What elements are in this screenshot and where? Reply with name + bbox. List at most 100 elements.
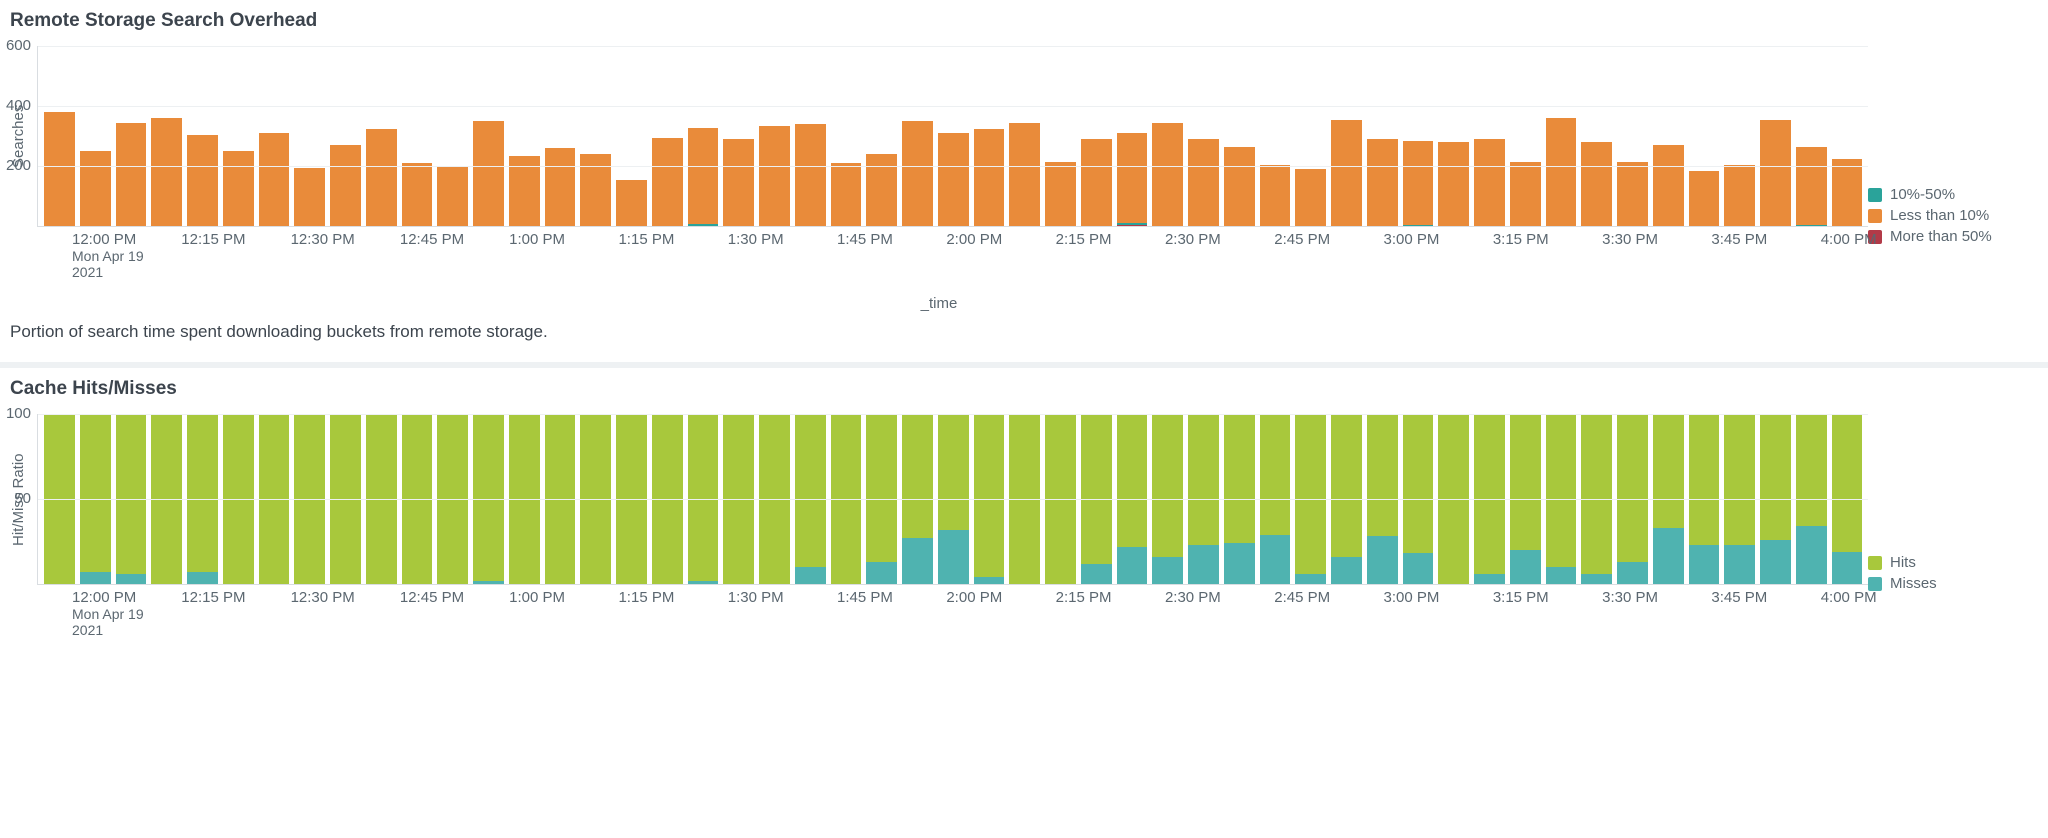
bar[interactable] (437, 166, 468, 226)
bar[interactable] (545, 148, 576, 226)
bar[interactable] (974, 129, 1005, 227)
bar-segment (473, 121, 504, 226)
bar[interactable] (866, 154, 897, 226)
bar-segment (80, 572, 111, 584)
x-tick: 1:30 PM (728, 589, 784, 606)
bar[interactable] (80, 151, 111, 226)
bar[interactable] (902, 121, 933, 226)
bar-segment (1796, 147, 1827, 225)
bar[interactable] (473, 121, 504, 226)
bar[interactable] (1653, 145, 1684, 226)
bar[interactable] (1331, 120, 1362, 227)
bar[interactable] (1045, 162, 1076, 227)
bar[interactable] (1510, 162, 1541, 227)
x-tick: 2:15 PM (1056, 231, 1112, 248)
bar-segment (1724, 545, 1755, 584)
bar-segment (1260, 535, 1291, 584)
bar-segment (1796, 414, 1827, 526)
bar[interactable] (1689, 171, 1720, 227)
bar[interactable] (688, 128, 719, 226)
x-tick: 4:00 PM (1821, 231, 1877, 248)
bar[interactable] (1724, 165, 1755, 227)
y-tick: 200 (6, 157, 31, 174)
bar-segment (1331, 557, 1362, 584)
x-tick: 3:15 PM (1493, 589, 1549, 606)
bar[interactable] (723, 139, 754, 226)
legend-item[interactable]: Less than 10% (1868, 207, 2038, 224)
bar-segment (1152, 123, 1183, 227)
bar-segment (1081, 139, 1112, 226)
bar[interactable] (1260, 165, 1291, 227)
bar[interactable] (652, 138, 683, 227)
bar[interactable] (1295, 169, 1326, 226)
bar-segment (866, 414, 897, 562)
bar[interactable] (938, 133, 969, 226)
bar[interactable] (759, 126, 790, 227)
bar[interactable] (116, 123, 147, 227)
bar-segment (1117, 547, 1148, 584)
bar[interactable] (1152, 123, 1183, 227)
bar[interactable] (330, 145, 361, 226)
bar-segment (1117, 133, 1148, 223)
bar-segment (1832, 552, 1863, 584)
bar[interactable] (1403, 141, 1434, 227)
y-tick: 400 (6, 97, 31, 114)
bar[interactable] (795, 124, 826, 226)
bar-segment (1581, 414, 1612, 574)
bar[interactable] (259, 133, 290, 226)
bar[interactable] (1474, 139, 1505, 226)
bar-segment (80, 414, 111, 572)
bar[interactable] (580, 154, 611, 226)
bar[interactable] (187, 135, 218, 227)
bar[interactable] (223, 151, 254, 226)
bar[interactable] (402, 163, 433, 226)
chart-legend: Hits Misses (1868, 414, 2038, 596)
bar[interactable] (1438, 142, 1469, 226)
bar-segment (1081, 414, 1112, 564)
chart-legend: 10%-50% Less than 10% More than 50% (1868, 46, 2038, 249)
bar[interactable] (1367, 139, 1398, 226)
bar[interactable] (1081, 139, 1112, 226)
bar-segment (616, 180, 647, 227)
legend-item[interactable]: Hits (1868, 554, 2038, 571)
bar[interactable] (44, 112, 75, 226)
bar-segment (974, 577, 1005, 584)
bar-segment (473, 414, 504, 581)
bar-segment (688, 224, 719, 226)
bar[interactable] (1832, 159, 1863, 227)
legend-item[interactable]: Misses (1868, 575, 2038, 592)
bar[interactable] (616, 180, 647, 227)
legend-swatch (1868, 556, 1882, 570)
legend-item[interactable]: More than 50% (1868, 228, 2038, 245)
bar-segment (902, 414, 933, 538)
bar-segment (1689, 171, 1720, 227)
bar[interactable] (1117, 133, 1148, 226)
legend-label: Less than 10% (1890, 207, 1989, 224)
bar-segment (938, 530, 969, 584)
bar[interactable] (1796, 147, 1827, 227)
bar[interactable] (1009, 123, 1040, 227)
bar-segment (1403, 553, 1434, 584)
bar-segment (974, 129, 1005, 227)
bar-segment (1403, 225, 1434, 227)
bar[interactable] (831, 163, 862, 226)
bar[interactable] (1546, 118, 1577, 226)
bar-segment (795, 567, 826, 584)
bar[interactable] (151, 118, 182, 226)
bar[interactable] (294, 168, 325, 227)
bar-segment (1260, 165, 1291, 227)
bar[interactable] (1760, 120, 1791, 227)
y-axis-ticks: 600400200 (27, 46, 37, 226)
panel-title: Cache Hits/Misses (10, 378, 2038, 400)
x-tick: 1:45 PM (837, 231, 893, 248)
bar[interactable] (1224, 147, 1255, 227)
legend-item[interactable]: 10%-50% (1868, 186, 2038, 203)
bar[interactable] (1188, 139, 1219, 226)
bar[interactable] (1581, 142, 1612, 226)
x-tick: 4:00 PM (1821, 589, 1877, 606)
bar-segment (1653, 145, 1684, 226)
bar-segment (1224, 543, 1255, 584)
x-tick: 2:00 PM (946, 231, 1002, 248)
bar[interactable] (1617, 162, 1648, 227)
bar[interactable] (366, 129, 397, 227)
